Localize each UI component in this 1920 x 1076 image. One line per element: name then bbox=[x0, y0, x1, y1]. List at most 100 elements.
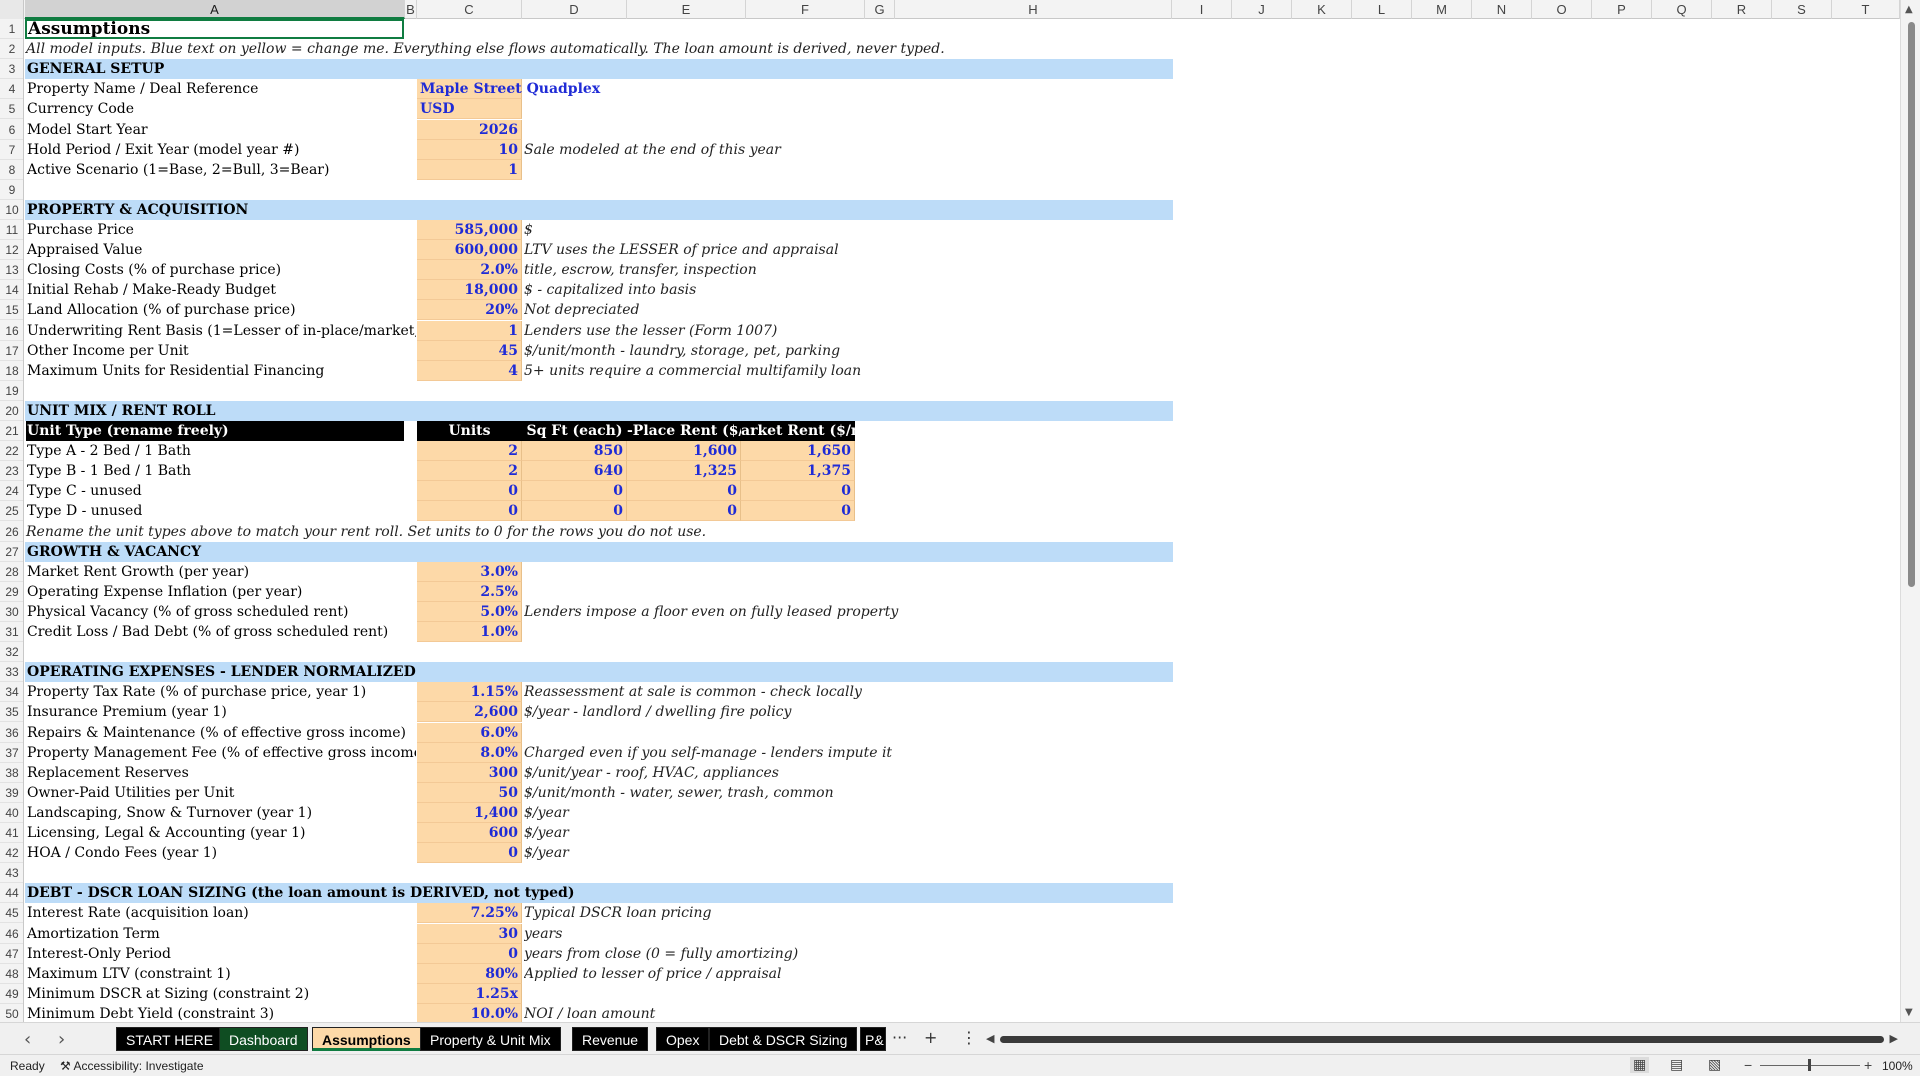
row-header-27[interactable]: 27 bbox=[0, 542, 23, 562]
unit-mix-cell[interactable]: 0 bbox=[627, 501, 741, 522]
row-header-29[interactable]: 29 bbox=[0, 582, 23, 602]
row-header-43[interactable]: 43 bbox=[0, 863, 23, 884]
unit-mix-cell[interactable]: 2 bbox=[417, 441, 522, 462]
input-cell[interactable]: 1 bbox=[417, 159, 522, 180]
unit-mix-cell[interactable]: 0 bbox=[417, 501, 522, 522]
input-cell[interactable]: 6.0% bbox=[417, 722, 522, 743]
row-header-36[interactable]: 36 bbox=[0, 723, 23, 743]
tab-revenue[interactable]: Revenue bbox=[572, 1027, 649, 1051]
vertical-scrollbar[interactable]: ▲ ▼ bbox=[1900, 0, 1920, 1022]
input-cell[interactable]: 2026 bbox=[417, 119, 522, 140]
row-header-22[interactable]: 22 bbox=[0, 441, 23, 462]
input-cell[interactable]: 45 bbox=[417, 340, 522, 361]
row-header-18[interactable]: 18 bbox=[0, 361, 23, 381]
row-header-24[interactable]: 24 bbox=[0, 481, 23, 502]
tab-debt-dscr-sizing[interactable]: Debt & DSCR Sizing bbox=[709, 1027, 858, 1051]
normal-view-icon[interactable]: ▦ bbox=[1630, 1057, 1650, 1073]
input-cell[interactable]: 50 bbox=[417, 782, 522, 803]
zoom-level[interactable]: 100% bbox=[1882, 1059, 1913, 1073]
tab-assumptions[interactable]: Assumptions bbox=[312, 1027, 421, 1051]
unit-mix-cell[interactable]: 1,375 bbox=[741, 461, 855, 482]
unit-mix-cell[interactable]: 0 bbox=[741, 481, 855, 502]
input-cell[interactable]: 1 bbox=[417, 320, 522, 341]
row-header-25[interactable]: 25 bbox=[0, 501, 23, 522]
horizontal-scroll-thumb[interactable] bbox=[1000, 1036, 1884, 1043]
row-header-48[interactable]: 48 bbox=[0, 964, 23, 984]
input-cell[interactable]: 80% bbox=[417, 963, 522, 984]
input-cell[interactable]: 8.0% bbox=[417, 742, 522, 763]
row-header-32[interactable]: 32 bbox=[0, 642, 23, 663]
column-header-s[interactable]: S bbox=[1772, 0, 1832, 19]
input-cell[interactable]: Maple Street Quadplex bbox=[417, 79, 600, 100]
column-header-b[interactable]: B bbox=[405, 0, 417, 19]
row-header-5[interactable]: 5 bbox=[0, 99, 23, 120]
row-header-19[interactable]: 19 bbox=[0, 381, 23, 401]
input-cell[interactable]: 0 bbox=[417, 943, 522, 964]
input-cell[interactable]: 0 bbox=[417, 843, 522, 864]
row-header-15[interactable]: 15 bbox=[0, 300, 23, 321]
row-header-2[interactable]: 2 bbox=[0, 39, 23, 60]
prev-sheet-icon[interactable]: ‹ bbox=[24, 1029, 31, 1050]
row-header-30[interactable]: 30 bbox=[0, 602, 23, 622]
row-header-37[interactable]: 37 bbox=[0, 743, 23, 763]
tab-pl-truncated[interactable]: P& bbox=[860, 1027, 886, 1051]
scroll-right-icon[interactable]: ▶ bbox=[1890, 1032, 1898, 1045]
row-header-47[interactable]: 47 bbox=[0, 944, 23, 964]
tab-opex[interactable]: Opex bbox=[656, 1027, 710, 1051]
row-header-26[interactable]: 26 bbox=[0, 522, 23, 542]
vertical-scroll-thumb[interactable] bbox=[1908, 22, 1915, 587]
row-header-21[interactable]: 21 bbox=[0, 421, 23, 441]
sheet-options-icon[interactable]: ⋮ bbox=[961, 1028, 977, 1047]
row-header-8[interactable]: 8 bbox=[0, 160, 23, 180]
column-header-m[interactable]: M bbox=[1412, 0, 1472, 19]
tab-start-here[interactable]: START HERE bbox=[116, 1027, 224, 1051]
unit-mix-cell[interactable]: 0 bbox=[522, 481, 627, 502]
row-header-3[interactable]: 3 bbox=[0, 59, 23, 80]
row-header-17[interactable]: 17 bbox=[0, 341, 23, 361]
next-sheet-icon[interactable]: › bbox=[58, 1029, 65, 1050]
unit-mix-cell[interactable]: 0 bbox=[522, 501, 627, 522]
add-sheet-icon[interactable]: + bbox=[924, 1028, 937, 1047]
column-header-k[interactable]: K bbox=[1292, 0, 1352, 19]
row-header-20[interactable]: 20 bbox=[0, 401, 23, 421]
row-header-39[interactable]: 39 bbox=[0, 783, 23, 803]
unit-mix-cell[interactable]: 1,650 bbox=[741, 441, 855, 462]
input-cell[interactable]: 600 bbox=[417, 823, 522, 843]
column-header-j[interactable]: J bbox=[1232, 0, 1292, 19]
input-cell[interactable]: 2.0% bbox=[417, 260, 522, 281]
row-header-38[interactable]: 38 bbox=[0, 763, 23, 783]
row-header-28[interactable]: 28 bbox=[0, 562, 23, 582]
select-all-corner[interactable] bbox=[0, 0, 24, 19]
unit-mix-cell[interactable]: 1,600 bbox=[627, 441, 741, 462]
input-cell[interactable]: 7.25% bbox=[417, 903, 522, 924]
input-cell[interactable]: 10.0% bbox=[417, 1003, 522, 1022]
unit-mix-cell[interactable]: 0 bbox=[627, 481, 741, 502]
row-header-6[interactable]: 6 bbox=[0, 120, 23, 140]
column-header-t[interactable]: T bbox=[1832, 0, 1900, 19]
row-header-14[interactable]: 14 bbox=[0, 280, 23, 301]
row-header-11[interactable]: 11 bbox=[0, 220, 23, 240]
row-header-50[interactable]: 50 bbox=[0, 1004, 23, 1022]
unit-mix-cell[interactable]: 2 bbox=[417, 461, 522, 482]
column-header-o[interactable]: O bbox=[1532, 0, 1592, 19]
page-layout-view-icon[interactable]: ▤ bbox=[1670, 1057, 1683, 1073]
scroll-up-icon[interactable]: ▲ bbox=[1905, 4, 1913, 15]
page-title[interactable]: Assumptions bbox=[25, 19, 404, 39]
input-cell[interactable]: 30 bbox=[417, 923, 522, 944]
row-header-31[interactable]: 31 bbox=[0, 622, 23, 642]
row-header-45[interactable]: 45 bbox=[0, 903, 23, 924]
column-header-r[interactable]: R bbox=[1712, 0, 1772, 19]
row-header-44[interactable]: 44 bbox=[0, 883, 23, 904]
zoom-out-icon[interactable]: − bbox=[1744, 1057, 1752, 1073]
column-header-c[interactable]: C bbox=[417, 0, 522, 19]
column-header-d[interactable]: D bbox=[522, 0, 627, 19]
row-header-1[interactable]: 1 bbox=[0, 19, 23, 39]
row-header-35[interactable]: 35 bbox=[0, 702, 23, 723]
input-cell[interactable]: 4 bbox=[417, 360, 522, 381]
row-header-46[interactable]: 46 bbox=[0, 924, 23, 944]
accessibility-status[interactable]: ⚒ Accessibility: Investigate bbox=[60, 1059, 204, 1073]
unit-mix-cell[interactable]: 850 bbox=[522, 441, 627, 462]
zoom-slider-thumb[interactable] bbox=[1808, 1059, 1811, 1071]
input-cell[interactable]: 18,000 bbox=[417, 280, 522, 301]
row-header-33[interactable]: 33 bbox=[0, 662, 23, 683]
